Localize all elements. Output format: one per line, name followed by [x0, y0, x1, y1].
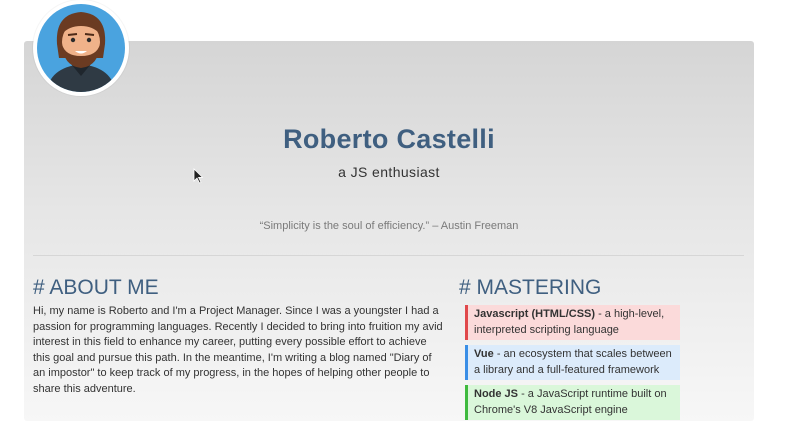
bearded-man-avatar-icon	[37, 4, 125, 92]
skill-item-nodejs: Node JS - a JavaScript runtime built on …	[465, 385, 680, 420]
avatar	[33, 0, 129, 96]
skill-name: Javascript (HTML/CSS)	[474, 308, 596, 320]
section-divider	[33, 255, 744, 256]
mouse-pointer-icon	[193, 168, 203, 184]
about-text: Hi, my name is Roberto and I'm a Project…	[33, 305, 443, 395]
mastering-title: # MASTERING	[459, 276, 602, 299]
about-title: # ABOUT ME	[33, 276, 159, 299]
profile-tagline: a JS enthusiast	[338, 164, 440, 180]
skill-name: Vue	[474, 348, 494, 360]
skill-desc: - an ecosystem that scales between a lib…	[474, 348, 672, 376]
profile-name: Roberto Castelli	[283, 124, 495, 154]
skill-name: Node JS	[474, 388, 519, 400]
skill-item-javascript: Javascript (HTML/CSS) - a high-level, in…	[465, 305, 680, 340]
profile-quote: “Simplicity is the soul of efficiency.” …	[259, 220, 519, 232]
skill-item-vue: Vue - an ecosystem that scales between a…	[465, 345, 680, 380]
